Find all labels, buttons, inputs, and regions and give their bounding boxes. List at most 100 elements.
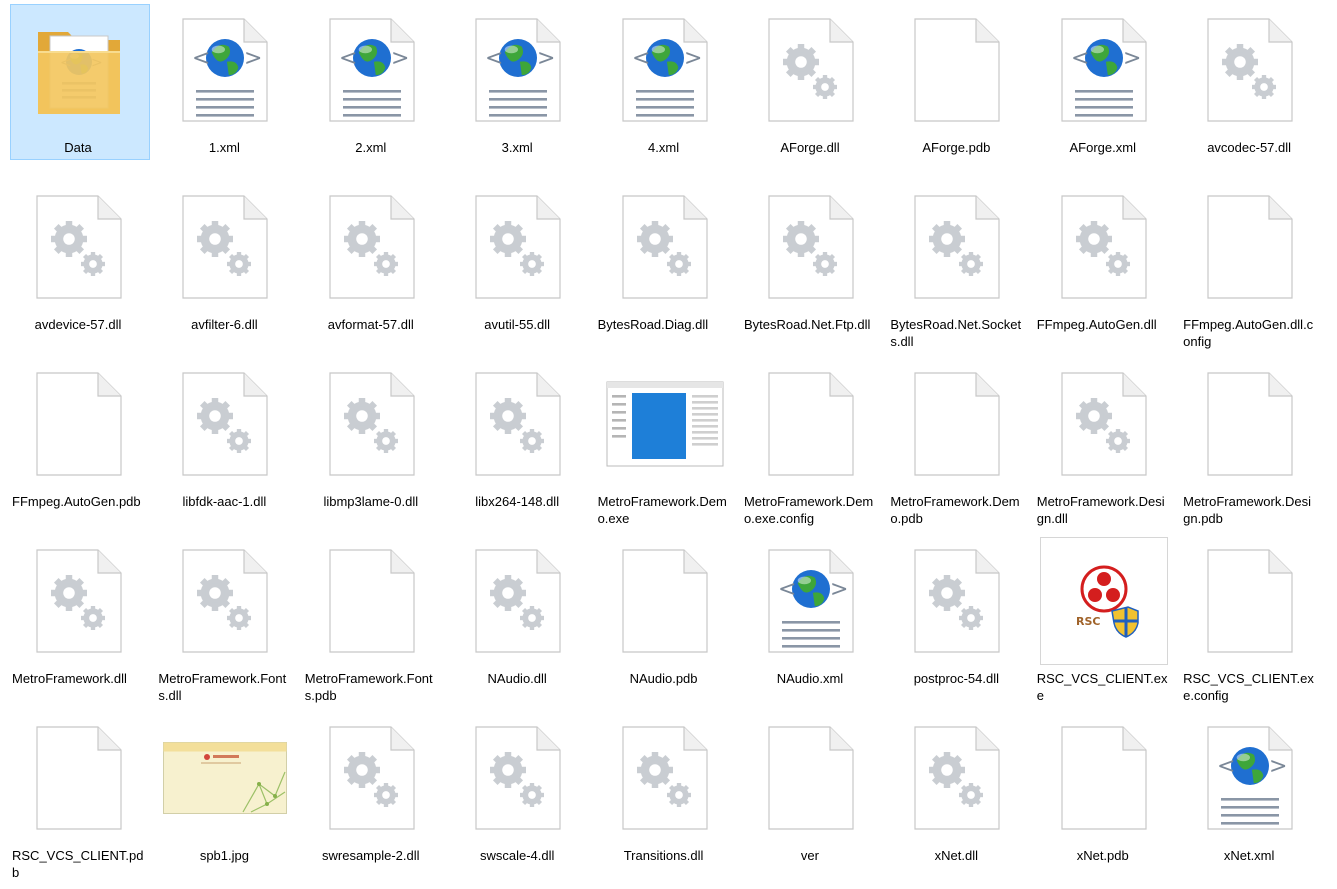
file-item-data[interactable]: <> Data <box>8 4 154 181</box>
file-item-avutil-55-dll[interactable]: avutil-55.dll <box>447 181 593 358</box>
file-item-xnet-pdb[interactable]: xNet.pdb <box>1033 712 1179 889</box>
xml-document-icon: < > <box>301 6 443 134</box>
file-item-metroframework-design-pdb[interactable]: MetroFramework.Design.pdb <box>1179 358 1325 535</box>
dll-gear-icon <box>886 714 1028 842</box>
file-item-spb1-jpg[interactable]: spb1.jpg <box>154 712 300 889</box>
file-item-swscale-4-dll[interactable]: swscale-4.dll <box>447 712 593 889</box>
svg-text:<: < <box>192 46 210 71</box>
file-name-label: libx264-148.dll <box>475 494 560 509</box>
xml-document-icon: < > <box>594 6 736 134</box>
file-item-aforge-dll[interactable]: AForge.dll <box>740 4 886 181</box>
file-item-libmp3lame-0-dll[interactable]: libmp3lame-0.dll <box>301 358 447 535</box>
blank-file-icon <box>886 360 1028 488</box>
file-item-ver[interactable]: ver <box>740 712 886 889</box>
file-item-naudio-pdb[interactable]: NAudio.pdb <box>594 535 740 712</box>
image-thumbnail-icon <box>154 714 296 842</box>
file-item-naudio-dll[interactable]: NAudio.dll <box>447 535 593 712</box>
file-item-libfdk-aac-1-dll[interactable]: libfdk-aac-1.dll <box>154 358 300 535</box>
file-item-ffmpeg-autogen-pdb[interactable]: FFmpeg.AutoGen.pdb <box>8 358 154 535</box>
dll-gear-icon <box>447 183 589 311</box>
file-name-label: MetroFramework.Demo.exe <box>597 494 727 526</box>
dll-gear-icon <box>740 183 882 311</box>
dll-gear-icon <box>301 360 443 488</box>
blank-file-icon <box>1179 360 1321 488</box>
file-item-rsc-vcs-client-exe[interactable]: RSC RSC_VCS_CLIENT.exe <box>1033 535 1179 712</box>
dll-gear-icon <box>594 714 736 842</box>
svg-text:>: > <box>1269 754 1287 779</box>
file-item-swresample-2-dll[interactable]: swresample-2.dll <box>301 712 447 889</box>
file-name-label: NAudio.dll <box>487 671 547 686</box>
file-item-avfilter-6-dll[interactable]: avfilter-6.dll <box>154 181 300 358</box>
application-icon <box>594 360 736 488</box>
blank-file-icon <box>740 714 882 842</box>
dll-gear-icon <box>8 537 150 665</box>
file-item-metroframework-dll[interactable]: MetroFramework.dll <box>8 535 154 712</box>
file-name-label: libfdk-aac-1.dll <box>182 494 267 509</box>
file-item-postproc-54-dll[interactable]: postproc-54.dll <box>886 535 1032 712</box>
file-item-bytesroad-net-sockets-dll[interactable]: BytesRoad.Net.Sockets.dll <box>886 181 1032 358</box>
file-item-1-xml[interactable]: < >1.xml <box>154 4 300 181</box>
file-item-4-xml[interactable]: < >4.xml <box>594 4 740 181</box>
xml-document-icon: < > <box>1179 714 1321 842</box>
file-name-label: FFmpeg.AutoGen.dll.config <box>1183 317 1314 349</box>
svg-text:>: > <box>391 46 409 71</box>
file-name-label: postproc-54.dll <box>913 671 999 686</box>
blank-file-icon <box>8 714 150 842</box>
file-item-bytesroad-diag-dll[interactable]: BytesRoad.Diag.dll <box>594 181 740 358</box>
file-name-label: Transitions.dll <box>623 848 704 863</box>
dll-gear-icon <box>1033 183 1175 311</box>
dll-gear-icon <box>886 537 1028 665</box>
file-item-avformat-57-dll[interactable]: avformat-57.dll <box>301 181 447 358</box>
file-item-metroframework-demo-exe-config[interactable]: MetroFramework.Demo.exe.config <box>740 358 886 535</box>
file-name-label: avformat-57.dll <box>327 317 414 332</box>
svg-text:<: < <box>1071 46 1089 71</box>
file-name-label: BytesRoad.Diag.dll <box>597 317 709 332</box>
file-item-metroframework-demo-pdb[interactable]: MetroFramework.Demo.pdb <box>886 358 1032 535</box>
blank-file-icon <box>1179 537 1321 665</box>
file-item-3-xml[interactable]: < >3.xml <box>447 4 593 181</box>
file-item-libx264-148-dll[interactable]: libx264-148.dll <box>447 358 593 535</box>
xml-document-icon: < > <box>740 537 882 665</box>
file-name-label: MetroFramework.Design.dll <box>1036 494 1165 526</box>
file-name-label: avcodec-57.dll <box>1207 140 1292 155</box>
file-name-label: AForge.dll <box>780 140 840 155</box>
file-item-rsc-vcs-client-exe-config[interactable]: RSC_VCS_CLIENT.exe.config <box>1179 535 1325 712</box>
svg-text:>: > <box>1123 46 1141 71</box>
file-name-label: MetroFramework.Design.pdb <box>1183 494 1311 526</box>
file-name-label: FFmpeg.AutoGen.dll <box>1036 317 1157 332</box>
file-item-aforge-pdb[interactable]: AForge.pdb <box>886 4 1032 181</box>
dll-gear-icon <box>301 714 443 842</box>
file-item-rsc-vcs-client-pdb[interactable]: RSC_VCS_CLIENT.pdb <box>8 712 154 889</box>
file-name-label: NAudio.xml <box>776 671 844 686</box>
file-item-xnet-xml[interactable]: < > xNet.xml <box>1179 712 1325 889</box>
file-item-avdevice-57-dll[interactable]: avdevice-57.dll <box>8 181 154 358</box>
file-name-label: RSC_VCS_CLIENT.exe <box>1036 671 1168 703</box>
file-name-label: avdevice-57.dll <box>34 317 122 332</box>
file-item-transitions-dll[interactable]: Transitions.dll <box>594 712 740 889</box>
dll-gear-icon <box>447 537 589 665</box>
blank-file-icon <box>594 537 736 665</box>
dll-gear-icon <box>447 714 589 842</box>
file-name-label: spb1.jpg <box>199 848 249 863</box>
dll-gear-icon <box>154 183 296 311</box>
file-item-aforge-xml[interactable]: < > AForge.xml <box>1033 4 1179 181</box>
file-item-naudio-xml[interactable]: < > NAudio.xml <box>740 535 886 712</box>
file-item-2-xml[interactable]: < >2.xml <box>301 4 447 181</box>
blank-file-icon <box>1179 183 1321 311</box>
file-name-label: MetroFramework.Fonts.dll <box>158 671 287 703</box>
dll-gear-icon <box>1179 6 1321 134</box>
svg-text:<: < <box>485 46 503 71</box>
file-item-ffmpeg-autogen-dll-config[interactable]: FFmpeg.AutoGen.dll.config <box>1179 181 1325 358</box>
dll-gear-icon <box>301 183 443 311</box>
file-item-ffmpeg-autogen-dll[interactable]: FFmpeg.AutoGen.dll <box>1033 181 1179 358</box>
file-item-xnet-dll[interactable]: xNet.dll <box>886 712 1032 889</box>
file-name-label: MetroFramework.dll <box>12 671 127 686</box>
file-item-metroframework-fonts-dll[interactable]: MetroFramework.Fonts.dll <box>154 535 300 712</box>
file-item-metroframework-demo-exe[interactable]: MetroFramework.Demo.exe <box>594 358 740 535</box>
file-item-metroframework-fonts-pdb[interactable]: MetroFramework.Fonts.pdb <box>301 535 447 712</box>
file-item-bytesroad-net-ftp-dll[interactable]: BytesRoad.Net.Ftp.dll <box>740 181 886 358</box>
file-item-avcodec-57-dll[interactable]: avcodec-57.dll <box>1179 4 1325 181</box>
file-item-metroframework-design-dll[interactable]: MetroFramework.Design.dll <box>1033 358 1179 535</box>
blank-file-icon <box>740 360 882 488</box>
xml-document-icon: < > <box>447 6 589 134</box>
